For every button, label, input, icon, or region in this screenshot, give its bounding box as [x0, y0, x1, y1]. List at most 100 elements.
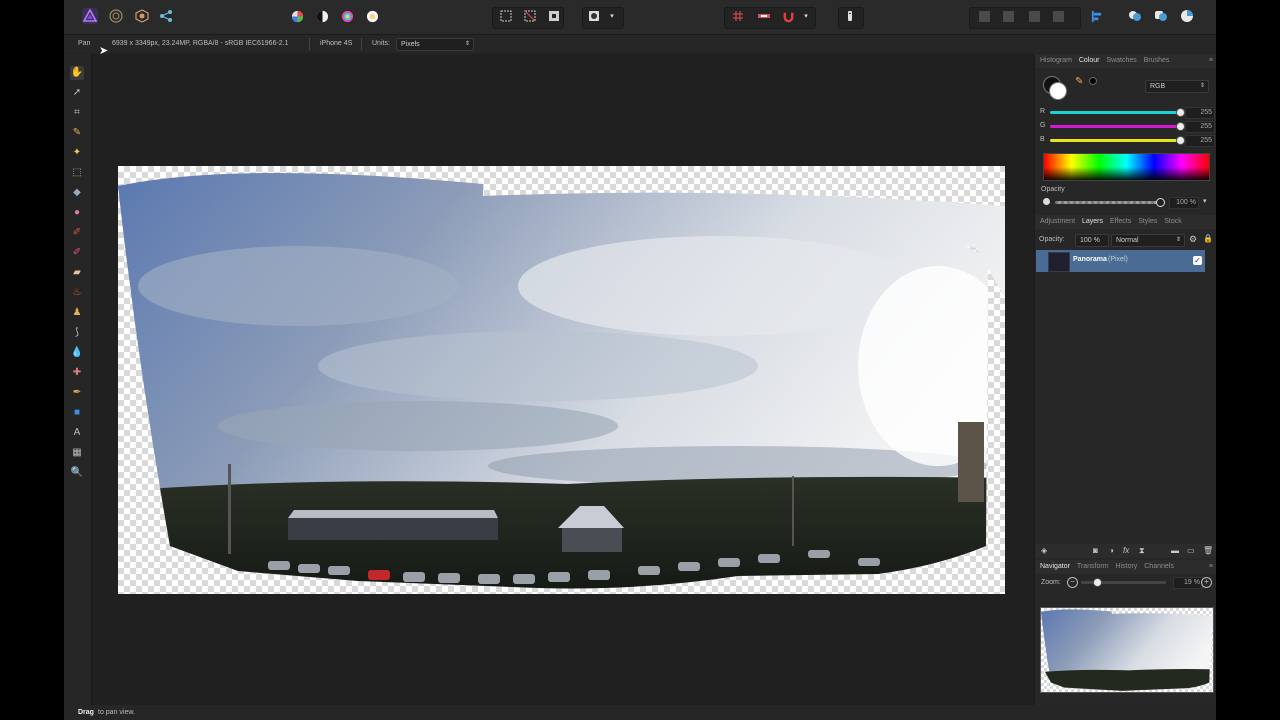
alignment-icon[interactable] [756, 8, 772, 24]
invert-selection-icon[interactable] [546, 8, 562, 24]
flood-fill-icon[interactable]: ◆ [70, 186, 84, 200]
tab-history[interactable]: History [1116, 563, 1138, 570]
tab-colour[interactable]: Colour [1079, 57, 1100, 64]
zoom-value[interactable]: 19 % [1173, 577, 1203, 589]
opacity-knob[interactable] [1156, 198, 1165, 207]
move-tool-icon[interactable]: ➚ [70, 86, 84, 100]
gradient-tool-icon[interactable]: ● [70, 206, 84, 220]
deselect-icon[interactable] [522, 8, 538, 24]
zoom-tool-icon[interactable]: 🔍 [70, 466, 84, 480]
hand-tool-icon[interactable]: ✋ [70, 66, 84, 80]
auto-contrast-icon[interactable] [314, 8, 330, 24]
rectangle-tool-icon[interactable]: ■ [70, 406, 84, 420]
gear-icon[interactable]: ⚙ [1189, 234, 1197, 245]
tab-navigator[interactable]: Navigator [1040, 563, 1070, 570]
snapping-magnet-icon[interactable] [780, 8, 796, 24]
secondary-colour-well[interactable] [1049, 82, 1067, 100]
healing-brush-icon[interactable]: ✚ [70, 366, 84, 380]
tab-swatches[interactable]: Swatches [1106, 57, 1136, 64]
colour-spectrum[interactable] [1043, 153, 1210, 181]
auto-white-balance-icon[interactable] [364, 8, 380, 24]
mask-icon[interactable]: ◙ [1093, 544, 1098, 558]
auto-colours-icon[interactable] [339, 8, 355, 24]
live-filter-icon[interactable]: ⧗ [1139, 544, 1145, 558]
canvas-area[interactable] [92, 54, 1034, 705]
layer-opacity-dropdown[interactable]: 100 % [1075, 234, 1109, 247]
zoom-knob[interactable] [1093, 578, 1103, 587]
tab-stock[interactable]: Stock [1164, 218, 1182, 225]
selection-brush-icon[interactable]: ✎ [70, 126, 84, 140]
move-to-back-icon[interactable] [976, 8, 992, 24]
blur-brush-icon[interactable]: 💧 [70, 346, 84, 360]
tab-histogram[interactable]: Histogram [1040, 57, 1072, 64]
zoom-out-icon[interactable]: − [1067, 577, 1078, 588]
marquee-tool-icon[interactable]: ⬚ [70, 166, 84, 180]
opacity-slider[interactable] [1055, 201, 1160, 204]
photo-persona-icon[interactable] [82, 8, 98, 24]
move-back-one-icon[interactable] [1000, 8, 1016, 24]
move-to-front-icon[interactable] [1050, 8, 1066, 24]
panel-menu-icon[interactable]: ≡ [1209, 54, 1213, 68]
tab-effects[interactable]: Effects [1110, 218, 1131, 225]
boolean-intersect-icon[interactable] [1179, 8, 1195, 24]
channel-g-slider[interactable] [1050, 125, 1180, 128]
quick-mask-dropdown-icon[interactable]: ▾ [604, 8, 620, 24]
grid-icon[interactable] [730, 8, 746, 24]
blend-mode-dropdown[interactable]: Normal ⇕ [1111, 234, 1185, 247]
tab-brushes[interactable]: Brushes [1144, 57, 1170, 64]
layer-row-panorama[interactable]: Panorama (Pixel) ✓ [1036, 250, 1205, 272]
colour-wells[interactable] [1043, 76, 1067, 100]
tab-layers[interactable]: Layers [1082, 218, 1103, 225]
group-folder-icon[interactable]: ▬ [1171, 544, 1179, 558]
paint-brush-icon[interactable]: ✐ [70, 226, 84, 240]
assistant-icon[interactable] [842, 8, 858, 24]
boolean-subtract-icon[interactable] [1153, 8, 1169, 24]
tab-channels[interactable]: Channels [1144, 563, 1174, 570]
snapping-dropdown-icon[interactable]: ▾ [798, 8, 814, 24]
fx-icon[interactable]: fx [1123, 544, 1129, 558]
opacity-value[interactable]: 100 % [1169, 197, 1199, 209]
channel-b-knob[interactable] [1176, 136, 1185, 145]
channel-r-knob[interactable] [1176, 108, 1185, 117]
layer-visibility-checkbox[interactable]: ✓ [1193, 256, 1202, 265]
smudge-brush-icon[interactable]: ⟆ [70, 326, 84, 340]
clone-brush-icon[interactable]: ♟ [70, 306, 84, 320]
select-all-icon[interactable] [498, 8, 514, 24]
layers-stack-icon[interactable]: ◈ [1041, 544, 1047, 558]
colour-mode-dropdown[interactable]: RGB ⇕ [1145, 80, 1209, 93]
zoom-in-icon[interactable]: + [1201, 577, 1212, 588]
move-forward-one-icon[interactable] [1026, 8, 1042, 24]
lock-icon[interactable]: 🔒 [1203, 234, 1213, 243]
channel-b-value[interactable]: 255 [1185, 135, 1215, 147]
liquify-persona-icon[interactable] [108, 8, 124, 24]
channel-g-value[interactable]: 255 [1185, 121, 1215, 133]
colour-picker-icon[interactable]: ✎ [1075, 76, 1083, 87]
adjustment-icon[interactable]: ◑ [1109, 544, 1114, 558]
black-swatch-icon[interactable] [1089, 77, 1097, 85]
pen-tool-icon[interactable]: ✒ [70, 386, 84, 400]
boolean-add-icon[interactable] [1127, 8, 1143, 24]
channel-r-slider[interactable] [1050, 111, 1180, 114]
add-layer-icon[interactable]: ▭ [1187, 544, 1195, 558]
crop-tool-icon[interactable]: ⌗ [70, 106, 84, 120]
document-canvas[interactable] [118, 166, 1005, 594]
auto-levels-icon[interactable] [289, 8, 305, 24]
navigator-preview[interactable] [1040, 607, 1214, 693]
mesh-warp-icon[interactable]: ▦ [70, 446, 84, 460]
flood-select-icon[interactable]: ✦ [70, 146, 84, 160]
panel-menu-icon[interactable]: ≡ [1209, 560, 1213, 574]
channel-r-value[interactable]: 255 [1185, 107, 1215, 119]
tab-adjustment[interactable]: Adjustment [1040, 218, 1075, 225]
trash-icon[interactable]: 🗑 [1203, 544, 1213, 558]
align-icon[interactable] [1088, 8, 1104, 24]
develop-persona-icon[interactable] [134, 8, 150, 24]
channel-b-slider[interactable] [1050, 139, 1180, 142]
colour-replacement-icon[interactable]: ✐ [70, 246, 84, 260]
channel-g-knob[interactable] [1176, 122, 1185, 131]
text-tool-icon[interactable]: A [70, 426, 84, 440]
quick-mask-icon[interactable] [586, 8, 602, 24]
units-dropdown[interactable]: Pixels ⇕ [396, 38, 474, 51]
share-icon[interactable] [158, 8, 174, 24]
erase-brush-icon[interactable]: ▰ [70, 266, 84, 280]
tab-transform[interactable]: Transform [1077, 563, 1109, 570]
